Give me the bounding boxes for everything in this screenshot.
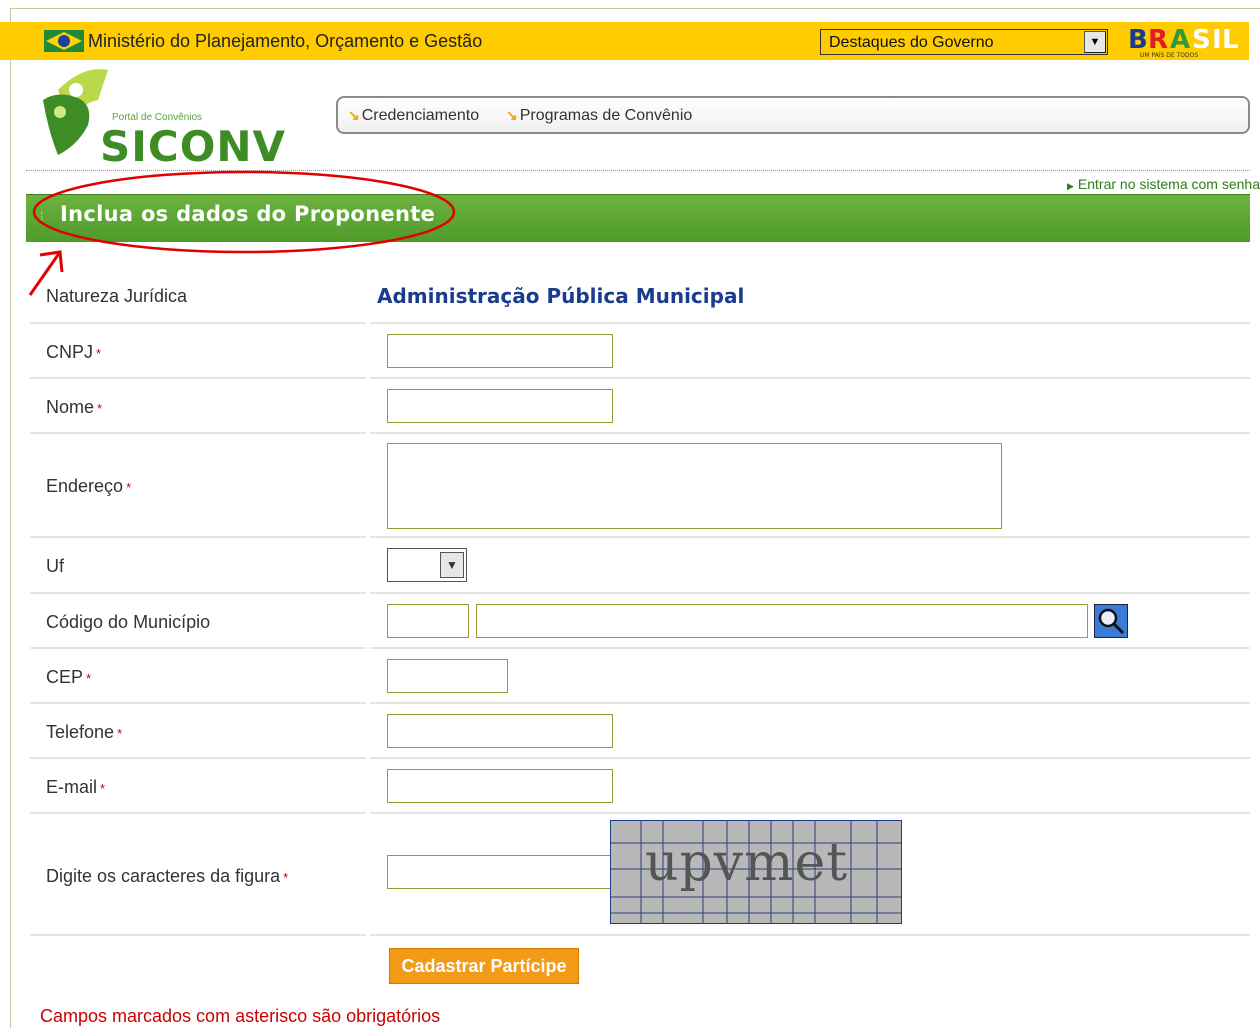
- required-mark: *: [86, 671, 92, 686]
- row-telefone: Telefone *: [30, 704, 1250, 759]
- required-mark: *: [117, 726, 123, 741]
- destaques-select-value: Destaques do Governo: [829, 34, 994, 51]
- top-menu: ↘ Credenciamento ↘ Programas de Convênio: [336, 96, 1250, 134]
- menu-item-label: Credenciamento: [361, 107, 480, 124]
- row-cnpj: CNPJ *: [30, 324, 1250, 379]
- svg-text:S: S: [1192, 25, 1211, 55]
- captcha-field[interactable]: [387, 855, 613, 889]
- cadastrar-participe-button[interactable]: Cadastrar Partícipe: [389, 948, 579, 984]
- required-mark: *: [97, 401, 103, 416]
- cnpj-field[interactable]: [387, 334, 613, 368]
- svg-text:L: L: [1222, 25, 1239, 55]
- chevron-down-icon[interactable]: ▼: [1084, 31, 1106, 53]
- row-email: E-mail *: [30, 759, 1250, 814]
- required-mark: *: [126, 480, 132, 495]
- nome-label-text: Nome: [46, 397, 95, 417]
- chevron-down-icon[interactable]: ▼: [440, 552, 464, 578]
- municipio-name-field[interactable]: [476, 604, 1088, 638]
- section-header: ⁞ Inclua os dados do Proponente: [26, 194, 1250, 242]
- row-endereco: Endereço *: [30, 434, 1250, 538]
- natureza-value: Administração Pública Municipal: [377, 284, 745, 308]
- captcha-image: upvmet: [610, 820, 902, 924]
- captcha-label: Digite os caracteres da figura *: [46, 866, 288, 887]
- captcha-text: upvmet: [645, 833, 849, 893]
- required-fields-note: Campos marcados com asterisco são obriga…: [40, 1006, 441, 1026]
- email-label: E-mail *: [46, 777, 105, 798]
- svg-text:UM PAÍS DE TODOS: UM PAÍS DE TODOS: [1140, 52, 1198, 58]
- arrow-icon: ↘: [348, 107, 360, 123]
- cnpj-label: CNPJ *: [46, 342, 101, 363]
- nome-field[interactable]: [387, 389, 613, 423]
- required-mark: *: [96, 346, 102, 361]
- ministry-link[interactable]: Ministério do Planejamento, Orçamento e …: [88, 31, 482, 52]
- endereco-label-text: Endereço: [46, 476, 124, 496]
- row-natureza: Natureza Jurídica Administração Pública …: [30, 270, 1250, 324]
- menu-item-programas[interactable]: ↘ Programas de Convênio: [506, 107, 692, 125]
- nome-label: Nome *: [46, 397, 102, 418]
- brazil-flag-icon: [44, 30, 84, 52]
- row-divider: [370, 934, 1250, 936]
- login-link-label: Entrar no sistema com senha: [1077, 176, 1260, 192]
- telefone-field[interactable]: [387, 714, 613, 748]
- row-divider: [30, 934, 366, 936]
- captcha-label-text: Digite os caracteres da figura: [46, 866, 281, 886]
- siconv-logo[interactable]: Portal de Convênios SICONV: [30, 60, 285, 172]
- svg-text:A: A: [1170, 25, 1190, 55]
- row-uf: Uf ▼: [30, 538, 1250, 594]
- uf-label: Uf: [46, 556, 64, 576]
- cnpj-label-text: CNPJ: [46, 342, 94, 362]
- municipio-lookup-button[interactable]: [1094, 604, 1128, 638]
- endereco-label: Endereço *: [46, 476, 131, 497]
- required-mark: *: [100, 781, 106, 796]
- triangle-right-icon: ▶: [1066, 181, 1074, 191]
- brasil-logo[interactable]: B R A S I L UM PAÍS DE TODOS: [1126, 24, 1250, 58]
- login-link[interactable]: ▶ Entrar no sistema com senha: [1067, 176, 1260, 192]
- telefone-label: Telefone *: [46, 722, 122, 743]
- svg-text:B: B: [1128, 25, 1148, 55]
- cep-field[interactable]: [387, 659, 508, 693]
- cep-label-text: CEP: [46, 667, 84, 687]
- required-mark: *: [283, 870, 289, 885]
- cep-label: CEP *: [46, 667, 91, 688]
- divider: [26, 170, 1250, 171]
- telefone-label-text: Telefone: [46, 722, 115, 742]
- bullet-icon: ⁞: [40, 209, 44, 223]
- section-title: Inclua os dados do Proponente: [60, 202, 436, 226]
- municipio-code-field[interactable]: [387, 604, 469, 638]
- endereco-field[interactable]: [387, 443, 1002, 529]
- siconv-wordmark: SICONV: [100, 122, 287, 171]
- email-field[interactable]: [387, 769, 613, 803]
- svg-text:R: R: [1148, 25, 1168, 55]
- row-municipio: Código do Município: [30, 594, 1250, 649]
- municipio-label: Código do Município: [46, 612, 211, 632]
- row-cep: CEP *: [30, 649, 1250, 704]
- destaques-select[interactable]: Destaques do Governo ▼: [820, 29, 1108, 55]
- arrow-icon: ↘: [506, 107, 518, 123]
- uf-select[interactable]: ▼: [387, 548, 467, 582]
- row-captcha: Digite os caracteres da figura * upvmet: [30, 814, 1250, 936]
- natureza-label: Natureza Jurídica: [46, 286, 188, 306]
- email-label-text: E-mail: [46, 777, 98, 797]
- svg-text:I: I: [1212, 25, 1222, 55]
- government-bar: Ministério do Planejamento, Orçamento e …: [0, 22, 1249, 60]
- menu-item-label: Programas de Convênio: [519, 107, 693, 124]
- row-nome: Nome *: [30, 379, 1250, 434]
- menu-item-credenciamento[interactable]: ↘ Credenciamento: [348, 107, 479, 125]
- search-icon: [1098, 608, 1125, 635]
